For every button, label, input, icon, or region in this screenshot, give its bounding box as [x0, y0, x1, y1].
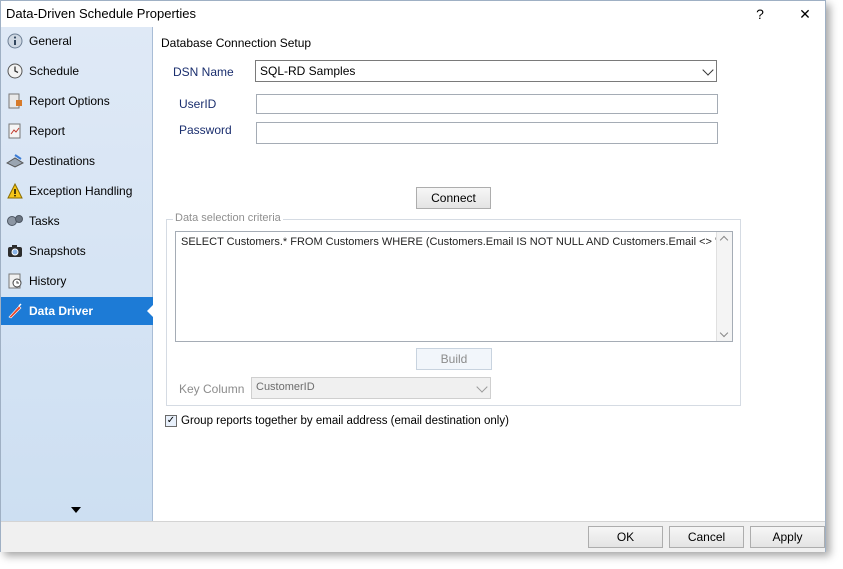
scroll-down-icon[interactable] [719, 328, 729, 338]
sidebar-item-destinations[interactable]: Destinations [1, 147, 153, 175]
sidebar-item-label: Data Driver [29, 304, 94, 318]
sidebar-item-label: History [29, 274, 67, 288]
title-bar: Data-Driven Schedule Properties ? ✕ [1, 1, 825, 27]
criteria-sql-textarea[interactable]: SELECT Customers.* FROM Customers WHERE … [175, 231, 733, 342]
sidebar-item-exception-handling[interactable]: Exception Handling [1, 177, 153, 205]
help-button[interactable]: ? [742, 3, 778, 25]
criteria-group-title: Data selection criteria [173, 212, 283, 224]
dialog-window: Data-Driven Schedule Properties ? ✕ Gene… [0, 0, 826, 552]
close-button[interactable]: ✕ [787, 3, 823, 25]
clock-icon [6, 62, 24, 80]
userid-label: UserID [179, 97, 217, 111]
data-driver-icon [6, 302, 24, 320]
sidebar-item-history[interactable]: History [1, 267, 153, 295]
sidebar-item-report[interactable]: Report [1, 117, 153, 145]
tasks-icon [6, 212, 24, 230]
info-icon [6, 32, 24, 50]
sidebar-item-data-driver[interactable]: Data Driver [1, 297, 154, 325]
sidebar-item-label: General [29, 34, 72, 48]
sidebar: General Schedule Report Options Report D… [1, 27, 154, 521]
sidebar-item-report-options[interactable]: Report Options [1, 87, 153, 115]
history-icon [6, 272, 24, 290]
data-selection-criteria-group: Data selection criteria SELECT Customers… [166, 212, 741, 406]
build-button[interactable]: Build [416, 348, 492, 370]
password-input[interactable] [256, 122, 718, 144]
apply-button[interactable]: Apply [750, 526, 825, 548]
dsn-name-value: SQL-RD Samples [260, 64, 356, 78]
warning-icon [6, 182, 24, 200]
password-label: Password [179, 123, 232, 137]
key-column-select[interactable]: CustomerID [251, 377, 491, 399]
chevron-down-icon [702, 64, 714, 76]
sidebar-item-general[interactable]: General [1, 27, 153, 55]
sidebar-item-label: Report [29, 124, 66, 138]
build-label: Build [440, 352, 468, 366]
dialog-footer: OK Cancel Apply [1, 521, 825, 552]
key-column-value: CustomerID [256, 381, 315, 393]
sidebar-item-label: Tasks [29, 214, 60, 228]
key-column-label: Key Column [179, 382, 245, 396]
window-title: Data-Driven Schedule Properties [6, 6, 197, 21]
main-panel: Database Connection Setup DSN Name SQL-R… [153, 27, 825, 521]
camera-icon [6, 242, 24, 260]
userid-input[interactable] [256, 94, 718, 114]
report-icon [6, 122, 24, 140]
ok-label: OK [616, 530, 635, 544]
dsn-name-select[interactable]: SQL-RD Samples [255, 60, 717, 82]
sidebar-item-label: Schedule [29, 64, 80, 78]
section-title: Database Connection Setup [161, 36, 312, 50]
sidebar-item-snapshots[interactable]: Snapshots [1, 237, 153, 265]
cancel-button[interactable]: Cancel [669, 526, 744, 548]
sidebar-scroll-down-icon[interactable] [71, 507, 81, 513]
apply-label: Apply [772, 530, 803, 544]
sidebar-item-label: Snapshots [29, 244, 86, 258]
sidebar-item-schedule[interactable]: Schedule [1, 57, 153, 85]
group-reports-checkbox[interactable]: ✓ [165, 415, 177, 427]
chevron-down-icon [476, 381, 488, 393]
destinations-icon [6, 152, 24, 170]
connect-button[interactable]: Connect [416, 187, 491, 209]
sidebar-item-label: Report Options [29, 94, 110, 108]
group-reports-label: Group reports together by email address … [181, 415, 509, 427]
criteria-sql-text: SELECT Customers.* FROM Customers WHERE … [181, 236, 723, 248]
textarea-scrollbar[interactable] [716, 232, 732, 341]
connect-label: Connect [431, 191, 476, 205]
sidebar-item-label: Exception Handling [29, 184, 133, 198]
dsn-name-label: DSN Name [173, 65, 234, 79]
cancel-label: Cancel [687, 530, 726, 544]
scroll-up-icon[interactable] [719, 235, 729, 245]
report-options-icon [6, 92, 24, 110]
sidebar-item-tasks[interactable]: Tasks [1, 207, 153, 235]
sidebar-item-label: Destinations [29, 154, 96, 168]
ok-button[interactable]: OK [588, 526, 663, 548]
